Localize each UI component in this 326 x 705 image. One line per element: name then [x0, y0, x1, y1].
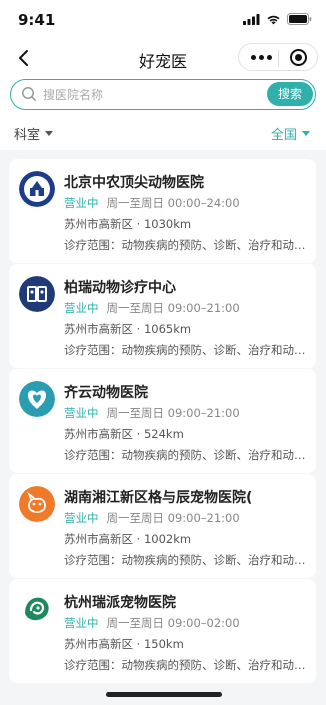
search-box: 搜索: [10, 79, 316, 110]
hospital-location: 苏州市高新区 · 1002km: [64, 532, 192, 546]
hospital-scope: 诊疗范围：动物疾病的预防、诊断、治疗和动物...: [64, 448, 309, 462]
hospital-location: 苏州市高新区 · 524km: [64, 427, 184, 441]
hospital-logo-icon: [19, 381, 55, 417]
mini-program-capsule: [238, 43, 318, 71]
hospital-status-line: 营业中 周一至周日 09:00–21:00: [64, 510, 240, 526]
hospital-logo-icon: [19, 171, 55, 207]
hospital-card[interactable]: 齐云动物医院 营业中 周一至周日 09:00–21:00 苏州市高新区 · 524…: [9, 369, 316, 473]
search-button[interactable]: 搜索: [267, 82, 313, 106]
hospital-status-line: 营业中 周一至周日 09:00–21:00: [64, 300, 240, 316]
status-time: 9:41: [18, 11, 56, 29]
department-filter-label: 科室: [14, 128, 41, 143]
more-options-icon[interactable]: [251, 55, 272, 60]
region-filter-label: 全国: [270, 128, 297, 143]
opening-hours: 周一至周日 09:00–21:00: [106, 301, 240, 315]
hospital-logo-icon: [19, 591, 55, 627]
open-status-badge: 营业中: [64, 406, 99, 420]
opening-hours: 周一至周日 00:00–24:00: [106, 196, 240, 210]
department-filter[interactable]: 科室: [14, 124, 54, 143]
caret-down-icon: [302, 131, 310, 136]
hospital-scope: 诊疗范围：动物疾病的预防、诊断、治疗和动物...: [64, 658, 309, 672]
hospital-name: 柏瑞动物诊疗中心: [64, 280, 176, 296]
hospital-card[interactable]: 湖南湘江新区格与辰宠物医院( 营业中 周一至周日 09:00–21:00 苏州市高…: [9, 474, 316, 578]
hospital-status-line: 营业中 周一至周日 09:00–21:00: [64, 405, 240, 421]
status-bar: 9:41: [0, 0, 326, 40]
hospital-scope: 诊疗范围：动物疾病的预防、诊断、治疗和动物...: [64, 238, 309, 252]
hospital-status-line: 营业中 周一至周日 00:00–24:00: [64, 195, 240, 211]
search-icon: [22, 87, 36, 101]
hospital-card[interactable]: 杭州瑞派宠物医院 营业中 周一至周日 09:00–02:00 苏州市高新区 · 1…: [9, 579, 316, 683]
cellular-signal-icon: [243, 13, 260, 25]
caret-down-icon: [45, 131, 54, 136]
hospital-scope: 诊疗范围：动物疾病的预防、诊断、治疗和动物...: [64, 553, 309, 567]
close-mini-program-icon[interactable]: [290, 49, 307, 66]
hospital-logo-icon: [19, 276, 55, 312]
filter-bar: 科室 全国: [0, 114, 326, 150]
hospital-name: 湖南湘江新区格与辰宠物医院(: [64, 490, 253, 506]
hospital-card[interactable]: 北京中农顶尖动物医院 营业中 周一至周日 00:00–24:00 苏州市高新区 ·…: [9, 159, 316, 263]
hospital-location: 苏州市高新区 · 1065km: [64, 322, 192, 336]
search-section: 搜索: [0, 76, 326, 114]
open-status-badge: 营业中: [64, 511, 99, 525]
status-icons: [243, 13, 312, 25]
hospital-location: 苏州市高新区 · 150km: [64, 637, 184, 651]
hospital-location: 苏州市高新区 · 1030km: [64, 217, 192, 231]
hospital-name: 北京中农顶尖动物医院: [64, 175, 204, 191]
search-input[interactable]: [43, 87, 243, 103]
capsule-divider: [278, 50, 279, 66]
hospital-name: 杭州瑞派宠物医院: [64, 595, 176, 611]
hospital-name: 齐云动物医院: [64, 385, 148, 401]
open-status-badge: 营业中: [64, 616, 99, 630]
opening-hours: 周一至周日 09:00–02:00: [106, 616, 240, 630]
wifi-icon: [267, 15, 280, 24]
hospital-logo-icon: [19, 486, 55, 522]
nav-bar: 好宠医: [0, 40, 326, 76]
region-filter[interactable]: 全国: [271, 124, 310, 143]
opening-hours: 周一至周日 09:00–21:00: [106, 511, 240, 525]
battery-icon: [287, 13, 312, 25]
hospital-card[interactable]: 柏瑞动物诊疗中心 营业中 周一至周日 09:00–21:00 苏州市高新区 · 1…: [9, 264, 316, 368]
hospital-scope: 诊疗范围：动物疾病的预防、诊断、治疗和动物...: [64, 343, 309, 357]
opening-hours: 周一至周日 09:00–21:00: [106, 406, 240, 420]
open-status-badge: 营业中: [64, 196, 99, 210]
home-indicator[interactable]: [106, 692, 222, 697]
open-status-badge: 营业中: [64, 301, 99, 315]
hospital-status-line: 营业中 周一至周日 09:00–02:00: [64, 615, 240, 631]
